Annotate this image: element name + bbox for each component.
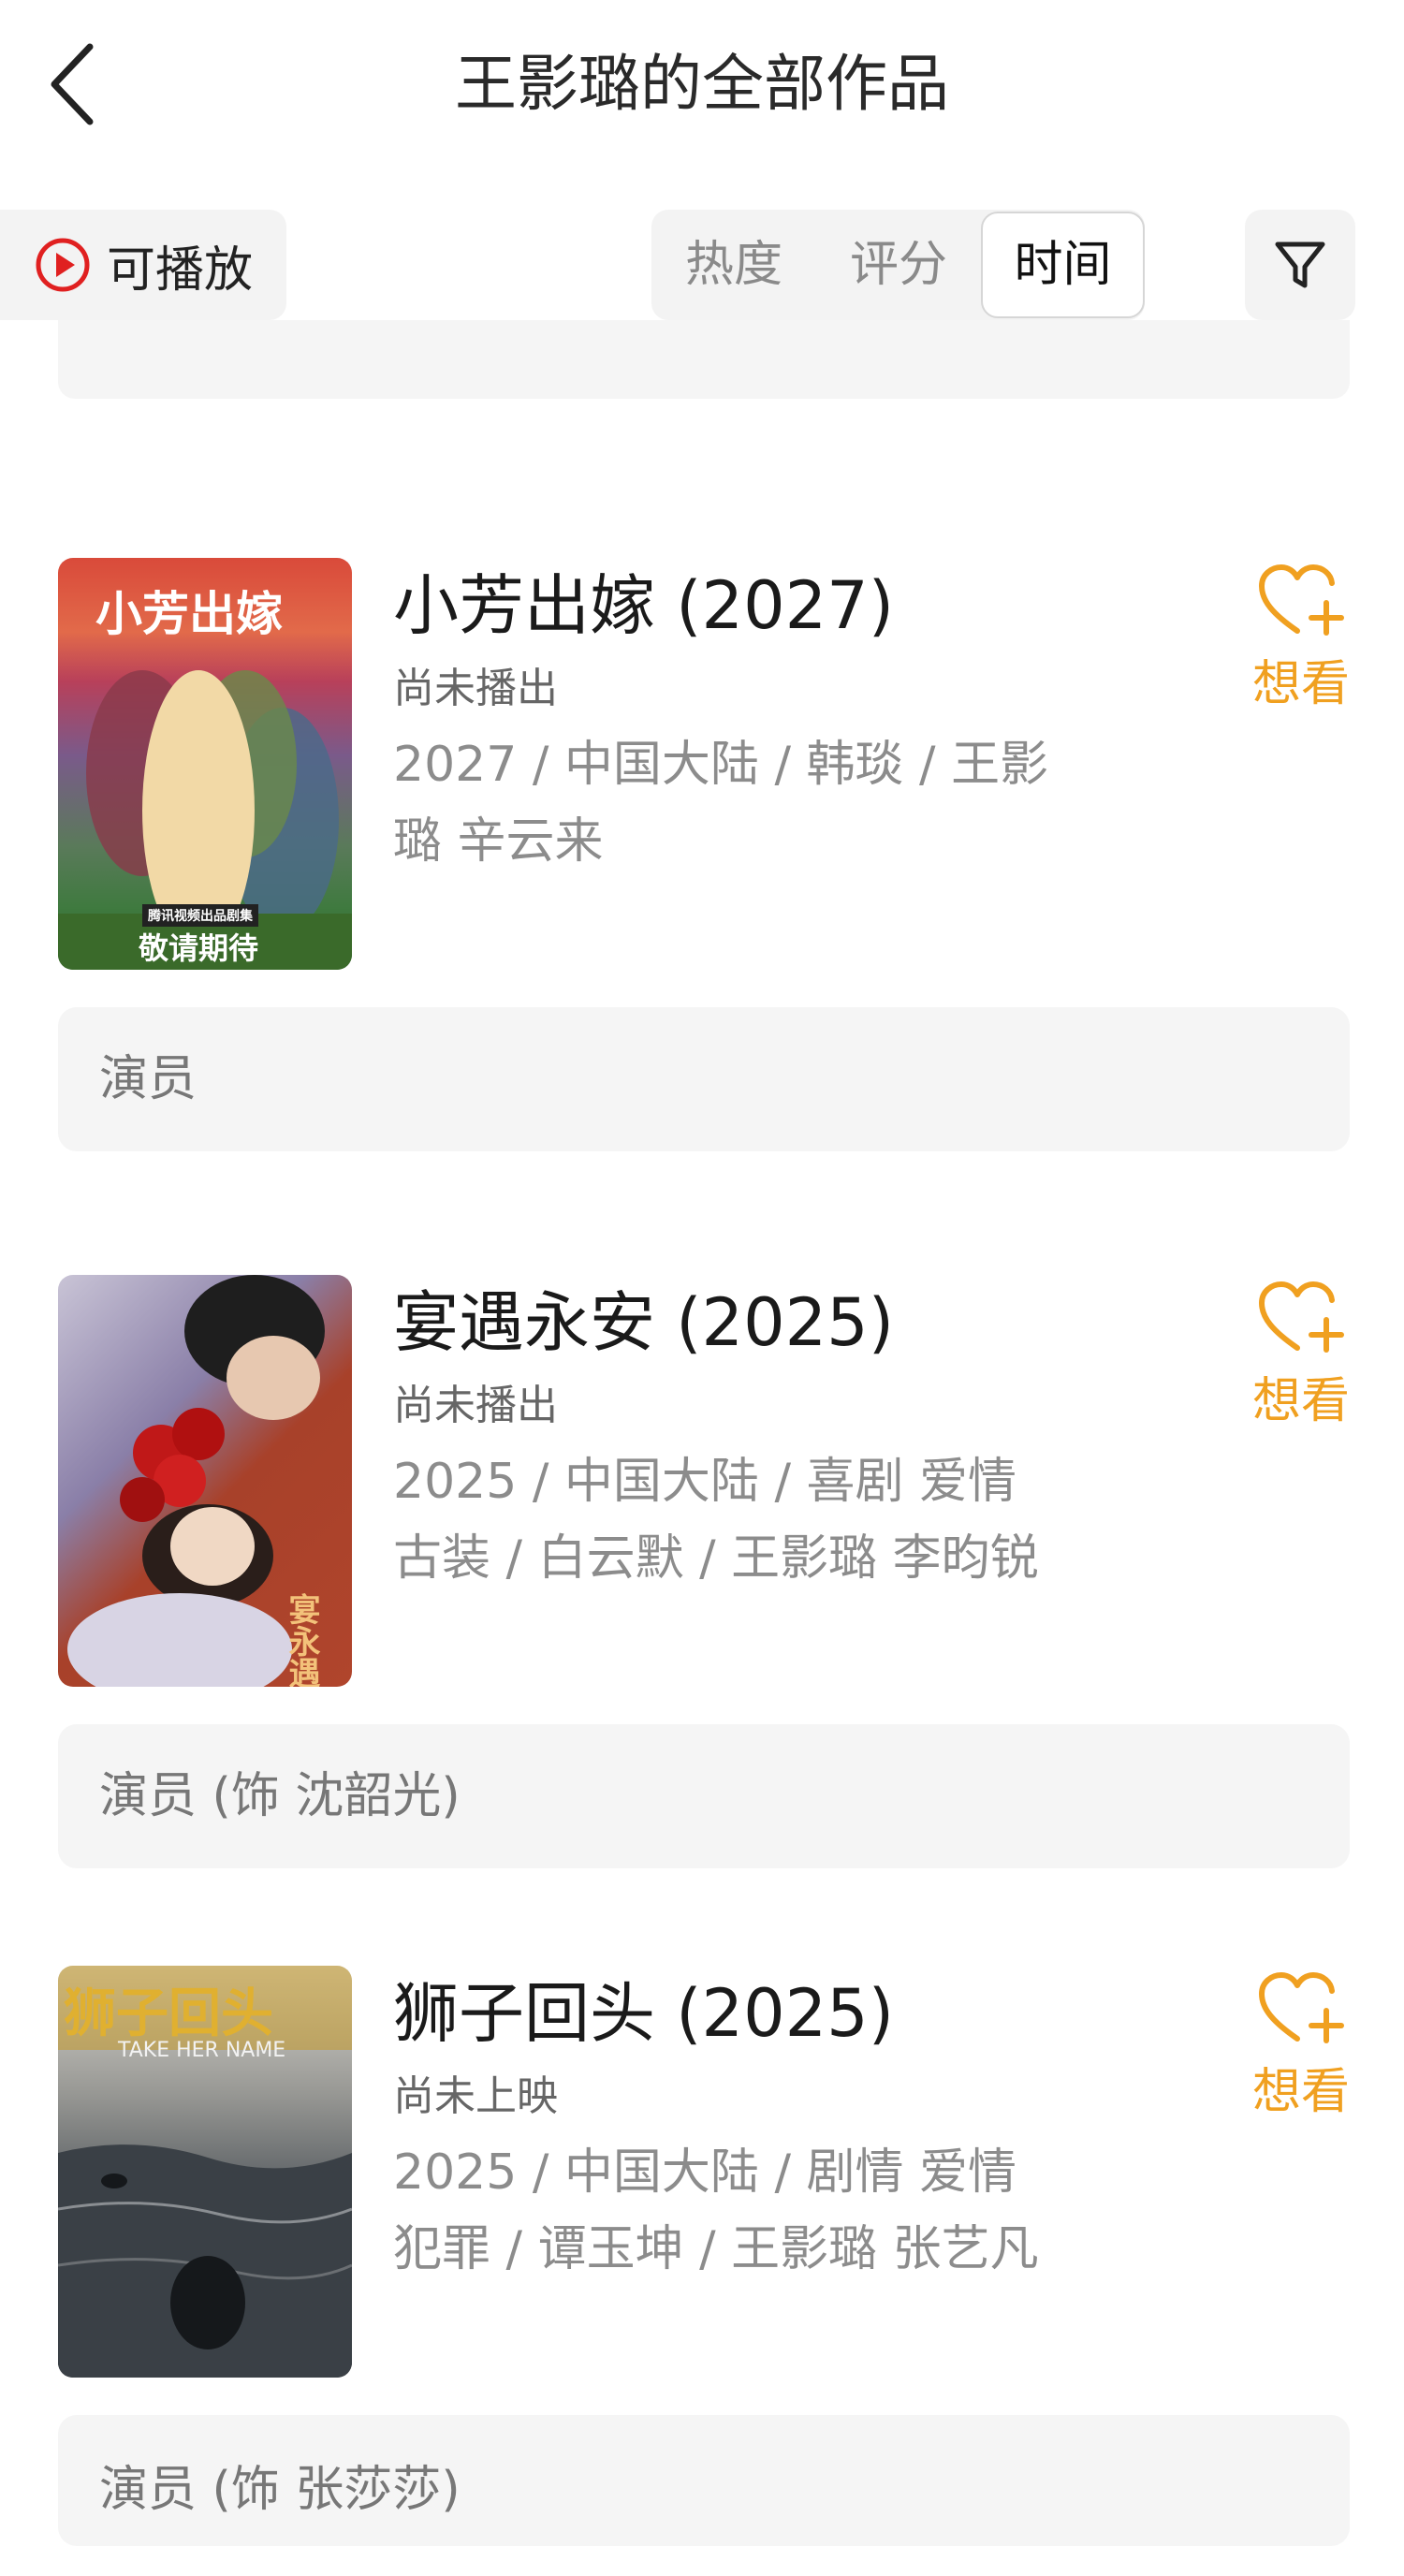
previous-role-box — [58, 320, 1350, 399]
heart-plus-icon — [1259, 1972, 1344, 2043]
work-meta-line: 2027 / 中国大陆 / 韩琰 / 王影 — [393, 737, 1049, 793]
poster-subtitle: TAKE HER NAME — [118, 2039, 286, 2062]
want-to-watch-label: 想看 — [1251, 1373, 1350, 1429]
work-status: 尚未播出 — [393, 665, 558, 712]
sort-tabs: 热度 评分 时间 — [651, 210, 1145, 320]
want-to-watch-button[interactable]: 想看 — [1245, 1971, 1357, 2130]
work-item[interactable]: 小芳出嫁 腾讯视频出品剧集 敬请期待 小芳出嫁 (2027) 尚未播出 2027… — [0, 558, 1404, 1157]
work-meta: 2025 / 中国大陆 / 喜剧 爱情 古装 / 白云默 / 王影璐 李昀锐 — [393, 1443, 1086, 1597]
heart-plus-icon — [1259, 564, 1344, 636]
role-box: 演员 (饰 张莎莎) — [58, 2415, 1350, 2546]
work-status: 尚未播出 — [393, 1382, 558, 1429]
work-meta-line: 古装 / 白云默 / 王影璐 李昀锐 — [393, 1530, 1039, 1587]
tab-time[interactable]: 时间 — [981, 212, 1145, 318]
work-title[interactable]: 狮子回头 (2025) — [393, 1971, 894, 2056]
playable-filter-button[interactable]: 可播放 — [0, 210, 286, 320]
work-status: 尚未上映 — [393, 2072, 558, 2120]
work-meta-line: 犯罪 / 谭玉坤 / 王影璐 张艺凡 — [393, 2221, 1039, 2277]
heart-plus-icon — [1259, 1281, 1344, 1353]
want-to-watch-button[interactable]: 想看 — [1245, 1281, 1357, 1440]
poster-title: 狮子回头 — [64, 1983, 273, 2044]
poster-image: 宴永遇安 — [58, 1275, 352, 1687]
role-box: 演员 — [58, 1007, 1350, 1151]
poster-title: 宴永遇安 — [283, 1593, 320, 1687]
work-meta-line: 2025 / 中国大陆 / 喜剧 爱情 — [393, 1454, 1017, 1510]
work-meta-line: 璐 辛云来 — [393, 813, 604, 870]
work-meta: 2025 / 中国大陆 / 剧情 爱情 犯罪 / 谭玉坤 / 王影璐 张艺凡 — [393, 2134, 1086, 2288]
poster-title: 小芳出嫁 — [95, 587, 283, 641]
role-box: 演员 (饰 沈韶光) — [58, 1724, 1350, 1868]
want-to-watch-label: 想看 — [1251, 656, 1350, 712]
funnel-icon — [1275, 242, 1325, 288]
work-item[interactable]: 狮子回头 TAKE HER NAME 狮子回头 (2025) 尚未上映 2025… — [0, 1966, 1404, 2565]
want-to-watch-label: 想看 — [1251, 2064, 1350, 2120]
poster-image: 狮子回头 TAKE HER NAME — [58, 1966, 352, 2378]
filter-button[interactable] — [1245, 210, 1355, 320]
tab-popularity[interactable]: 热度 — [651, 210, 816, 320]
play-circle-icon — [36, 238, 90, 292]
work-meta: 2027 / 中国大陆 / 韩琰 / 王影 璐 辛云来 — [393, 726, 1086, 880]
poster-badge: 腾讯视频出品剧集 — [142, 904, 258, 927]
page-title: 王影璐的全部作品 — [455, 48, 949, 120]
want-to-watch-button[interactable]: 想看 — [1245, 564, 1357, 723]
work-item[interactable]: 宴永遇安 宴遇永安 (2025) 尚未播出 2025 / 中国大陆 / 喜剧 爱… — [0, 1275, 1404, 1874]
poster-footer: 敬请期待 — [139, 930, 259, 966]
work-meta-line: 2025 / 中国大陆 / 剧情 爱情 — [393, 2144, 1017, 2201]
tab-rating[interactable]: 评分 — [816, 210, 981, 320]
playable-label: 可播放 — [107, 242, 254, 299]
poster-image: 小芳出嫁 腾讯视频出品剧集 敬请期待 — [58, 558, 352, 970]
work-title[interactable]: 宴遇永安 (2025) — [393, 1281, 894, 1365]
work-title[interactable]: 小芳出嫁 (2027) — [393, 564, 894, 648]
